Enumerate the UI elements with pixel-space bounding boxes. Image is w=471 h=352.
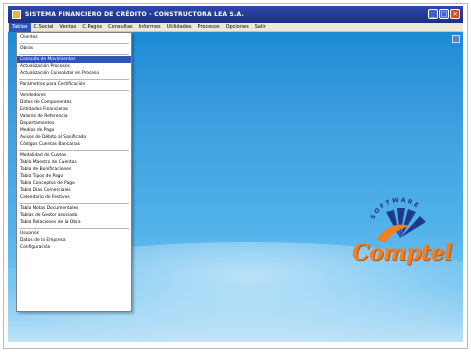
menu-separator xyxy=(19,42,129,44)
menu-item-tabla-tipos-de-pago[interactable]: Tabla Tipos de Pago xyxy=(17,173,131,180)
logo-wordmark: Comptel xyxy=(352,240,452,266)
menu-item-tabla-notas-documentales[interactable]: Tabla Notas Documentales xyxy=(17,205,131,212)
menu-item-actualizacion-consolidar-en-proceso[interactable]: Actualización Consolidar en Proceso xyxy=(17,70,131,77)
menu-item-tablas-de-gestor-asociado[interactable]: Tablas de Gestor asociado xyxy=(17,212,131,219)
menu-item-tabla-conceptos-de-pago[interactable]: Tabla Conceptos de Pago xyxy=(17,180,131,187)
app-icon xyxy=(12,10,21,19)
window-controls: _ □ × xyxy=(428,9,460,19)
menu-item-avisos-de-debito-al-sanificado[interactable]: Avisos de Débito al Sanificado xyxy=(17,134,131,141)
menu-item-usuarios[interactable]: Usuarios xyxy=(17,230,131,237)
menu-item-tabla-maestro-de-cuentas[interactable]: Tabla Maestro de Cuentas xyxy=(17,159,131,166)
menu-separator xyxy=(19,89,129,91)
logo-rays-icon xyxy=(376,208,426,242)
menu-separator xyxy=(19,78,129,80)
menu-item-datos-de-componentes[interactable]: Datos de Componentes xyxy=(17,99,131,106)
mdi-restore-button[interactable] xyxy=(452,35,460,43)
title-bar[interactable]: SISTEMA FINANCIERO DE CRÉDITO - CONSTRUC… xyxy=(8,6,463,23)
menu-consultas[interactable]: Consultas xyxy=(105,23,136,32)
maximize-button[interactable]: □ xyxy=(439,9,449,19)
menu-item-configuracion[interactable]: Configuración xyxy=(17,244,131,251)
close-button[interactable]: × xyxy=(450,9,460,19)
menu-item-codigos-cuentas-bancarias[interactable]: Códigos Cuentas Bancarias xyxy=(17,141,131,148)
tablas-dropdown-menu: Clientes Obras Consulta de Movimientos Actu… xyxy=(16,32,132,312)
menu-separator xyxy=(19,202,129,204)
menu-separator xyxy=(19,149,129,151)
menu-separator xyxy=(19,53,129,55)
menu-informes[interactable]: Informes xyxy=(136,23,164,32)
menu-item-tabla-relaciones-de-la-obra[interactable]: Tabla Relaciones de la Obra xyxy=(17,219,131,226)
menu-ventas[interactable]: Ventas xyxy=(56,23,79,32)
menu-item-entidades-financieras[interactable]: Entidades Financieras xyxy=(17,106,131,113)
menu-item-modalidad-de-cuotas[interactable]: Modalidad de Cuotas xyxy=(17,152,131,159)
menu-salir[interactable]: Salir xyxy=(252,23,269,32)
minimize-button[interactable]: _ xyxy=(428,9,438,19)
menu-opciones[interactable]: Opciones xyxy=(223,23,252,32)
menu-utilidades[interactable]: Utilidades xyxy=(164,23,195,32)
menu-item-obras[interactable]: Obras xyxy=(17,45,131,52)
menu-procesos[interactable]: Procesos xyxy=(195,23,223,32)
menu-item-clientes[interactable]: Clientes xyxy=(17,34,131,41)
menu-item-departamentos[interactable]: Departamentos xyxy=(17,120,131,127)
menu-item-valores-de-referencia[interactable]: Valores de Referencia xyxy=(17,113,131,120)
menu-item-consulta-de-movimientos[interactable]: Consulta de Movimientos xyxy=(17,56,131,63)
menu-item-tabla-de-bonificaciones[interactable]: Tabla de Bonificaciones xyxy=(17,166,131,173)
menu-tablas[interactable]: Tablas xyxy=(9,22,31,32)
menu-item-medios-de-pago[interactable]: Medios de Pago xyxy=(17,127,131,134)
menu-c-social[interactable]: C.Social xyxy=(31,23,57,32)
menu-separator xyxy=(19,227,129,229)
menu-item-calendario-de-festivos[interactable]: Calendario de Festivos xyxy=(17,194,131,201)
menu-item-vendedores[interactable]: Vendedores xyxy=(17,92,131,99)
menu-item-parametros-para-certificacion[interactable]: Parámetros para Certificación xyxy=(17,81,131,88)
menu-item-tabla-dias-comerciales[interactable]: Tabla Días Comerciales xyxy=(17,187,131,194)
window-title: SISTEMA FINANCIERO DE CRÉDITO - CONSTRUC… xyxy=(25,11,244,18)
menu-bar: Tablas C.Social Ventas C.Pagos Consultas Info… xyxy=(8,22,463,32)
menu-c-pagos[interactable]: C.Pagos xyxy=(79,23,105,32)
menu-item-datos-de-la-empresa[interactable]: Datos de la Empresa xyxy=(17,237,131,244)
menu-item-actualizacion-procesos[interactable]: Actualización Procesos xyxy=(17,63,131,70)
